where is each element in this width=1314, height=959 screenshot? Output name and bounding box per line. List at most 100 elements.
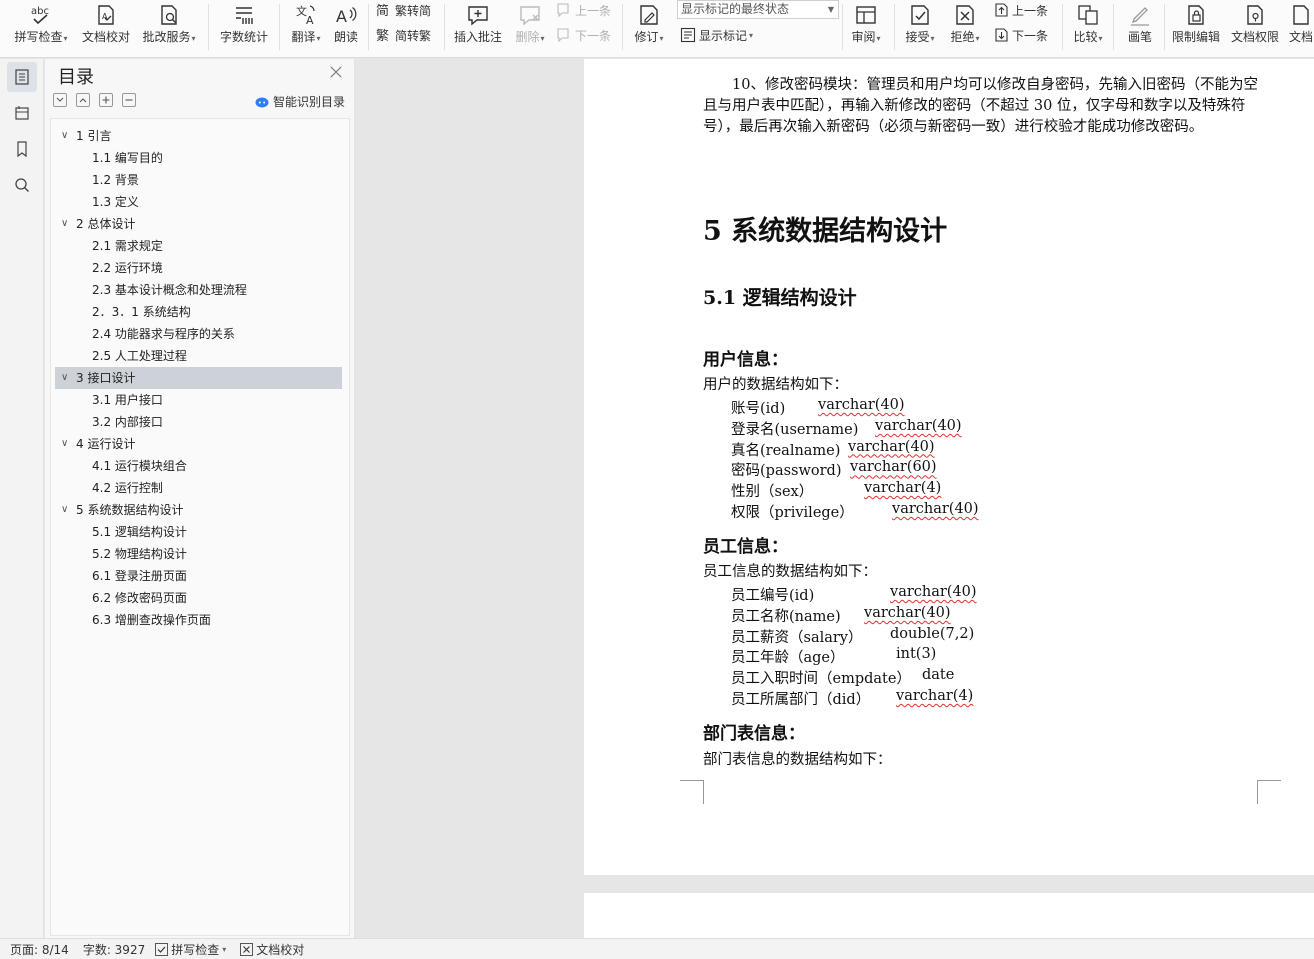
next-comment-button[interactable]: 下一条 xyxy=(556,25,611,45)
restrict-edit-button[interactable]: 限制编辑 xyxy=(1170,0,1222,52)
document-page[interactable]: 10、修改密码模块：管理员和用户均可以修改自身密码，先输入旧密码（不能为空且与用… xyxy=(584,59,1314,875)
toc-subheading-item[interactable]: 3.1 用户接口 xyxy=(55,389,342,411)
track-changes-button[interactable]: 修订▾ xyxy=(630,0,668,52)
translate-button[interactable]: 文A 翻译▾ xyxy=(286,0,326,52)
doc-permission-button[interactable]: 文档权限 xyxy=(1229,0,1281,52)
field-type-value: varchar(4) xyxy=(864,480,942,497)
ribbon-divider xyxy=(444,4,445,50)
show-markup-button[interactable]: 显示标记 ▾ xyxy=(680,25,753,45)
ribbon-divider xyxy=(894,4,895,50)
toc-panel-icon[interactable] xyxy=(7,62,37,92)
field-type: varchar(4) xyxy=(896,688,973,704)
chevron-down-icon[interactable]: ∨ xyxy=(61,367,73,389)
search-icon[interactable] xyxy=(7,170,37,200)
accept-button[interactable]: 接受▾ xyxy=(900,0,940,52)
toc-subheading-item[interactable]: 6.3 增删查改操作页面 xyxy=(55,609,342,631)
toc-subheading-item[interactable]: 6.1 登录注册页面 xyxy=(55,565,342,587)
simp-to-trad-button[interactable]: 繁 简转繁 xyxy=(376,25,431,45)
toc-heading-item[interactable]: ∨ 3 接口设计 xyxy=(55,367,342,389)
chevron-down-icon[interactable]: ∨ xyxy=(61,499,73,521)
review-pane-button[interactable]: 审阅▾ xyxy=(846,0,886,52)
insert-comment-button[interactable]: 插入批注 xyxy=(452,0,504,52)
toc-heading-item[interactable]: ∨ 2 总体设计 xyxy=(55,213,342,235)
prev-comment-icon xyxy=(557,3,569,18)
field-name: 员工年龄（age） xyxy=(731,650,845,667)
toc-item-label: 1 引言 xyxy=(76,129,112,143)
status-spell-check[interactable]: 拼写检查 ▾ xyxy=(155,941,226,958)
doc-proofread-button[interactable]: A 文档校对 xyxy=(80,0,132,52)
field-type-value: varchar(40) xyxy=(864,604,951,621)
word-count-indicator[interactable]: 字数: 3927 xyxy=(83,941,145,958)
doc-more-button[interactable]: 文档 xyxy=(1288,0,1314,52)
expand-all-icon[interactable] xyxy=(76,93,90,107)
bookmark-icon[interactable] xyxy=(7,134,37,164)
next-document-page[interactable] xyxy=(584,893,1314,938)
prev-comment-button[interactable]: 上一条 xyxy=(556,0,611,20)
markup-state-select[interactable]: 显示标记的最终状态 ▼ xyxy=(677,0,839,19)
next-change-label: 下一条 xyxy=(1012,28,1049,43)
toc-subheading-item[interactable]: 2.5 人工处理过程 xyxy=(55,345,342,367)
markup-state-value: 显示标记的最终状态 xyxy=(681,2,790,16)
field-type: varchar(40) xyxy=(818,397,905,413)
delete-comment-button[interactable]: 删除▾ xyxy=(510,0,550,52)
toc-subheading-item[interactable]: 1.1 编写目的 xyxy=(55,147,342,169)
revise-service-button[interactable]: 批改服务▾ xyxy=(139,0,199,52)
toc-list: ∨ 1 引言 1.1 编写目的 1.2 背景 1.3 定义 ∨ 2 总体设计 2.1 需求规定… xyxy=(50,118,350,936)
chevron-down-icon[interactable]: ∨ xyxy=(61,213,73,235)
next-change-button[interactable]: 下一条 xyxy=(993,25,1048,45)
compare-icon xyxy=(1073,2,1103,28)
toc-heading-item[interactable]: ∨ 4 运行设计 xyxy=(55,433,342,455)
toc-subheading-item[interactable]: 2.1 需求规定 xyxy=(55,235,342,257)
dept-info-heading: 部门表信息： xyxy=(703,724,805,744)
field-name: 员工入职时间（empdate） xyxy=(731,671,911,688)
remove-heading-icon[interactable] xyxy=(122,93,136,107)
status-doc-proofread[interactable]: 文档校对 xyxy=(240,941,304,958)
field-type-value: date xyxy=(922,667,955,684)
field-type-value: varchar(40) xyxy=(818,397,905,413)
toc-item-label: 3 接口设计 xyxy=(76,371,136,385)
chevron-down-icon[interactable]: ∨ xyxy=(61,433,73,455)
toc-subheading-item[interactable]: 2.4 功能器求与程序的关系 xyxy=(55,323,342,345)
toc-subheading-item[interactable]: 2．3．1 系统结构 xyxy=(55,301,342,323)
field-type-value: int(3) xyxy=(896,646,937,663)
toc-subheading-item[interactable]: 6.2 修改密码页面 xyxy=(55,587,342,609)
toc-subheading-item[interactable]: 5.2 物理结构设计 xyxy=(55,543,342,565)
toc-subheading-item[interactable]: 5.1 逻辑结构设计 xyxy=(55,521,342,543)
close-icon[interactable] xyxy=(329,65,343,79)
smart-toc-button[interactable]: 智能识别目录 xyxy=(255,93,345,110)
toc-item-label: 5 系统数据结构设计 xyxy=(76,503,184,517)
translate-label: 翻译 xyxy=(291,30,316,44)
toc-subheading-item[interactable]: 3.2 内部接口 xyxy=(55,411,342,433)
pen-icon xyxy=(1125,2,1155,28)
page-indicator[interactable]: 页面: 8/14 xyxy=(10,941,69,958)
ink-button[interactable]: 画笔 xyxy=(1122,0,1158,52)
user-info-intro: 用户的数据结构如下： xyxy=(703,377,848,393)
prev-change-label: 上一条 xyxy=(1012,3,1049,18)
nav-rail xyxy=(0,59,44,938)
toc-subheading-item[interactable]: 2.3 基本设计概念和处理流程 xyxy=(55,279,342,301)
field-type: varchar(40) xyxy=(892,501,979,517)
toc-heading-item[interactable]: ∨ 1 引言 xyxy=(55,125,342,147)
trad-to-simp-button[interactable]: 简 繁转简 xyxy=(376,0,431,20)
toc-subheading-item[interactable]: 4.2 运行控制 xyxy=(55,477,342,499)
toc-heading-item[interactable]: ∨ 5 系统数据结构设计 xyxy=(55,499,342,521)
compare-button[interactable]: 比较▾ xyxy=(1068,0,1108,52)
page-margin-corner xyxy=(680,780,704,804)
toc-subheading-item[interactable]: 1.3 定义 xyxy=(55,191,342,213)
prev-change-button[interactable]: 上一条 xyxy=(993,0,1048,20)
collapse-all-icon[interactable] xyxy=(53,93,67,107)
spell-check-button[interactable]: abc 拼写检查▾ xyxy=(10,0,72,52)
toc-subheading-item[interactable]: 2.2 运行环境 xyxy=(55,257,342,279)
toc-item-label: 3.1 用户接口 xyxy=(92,393,163,407)
word-count-button[interactable]: 字数统计 xyxy=(218,0,270,52)
ribbon-divider xyxy=(1164,4,1165,50)
chevron-down-icon[interactable]: ∨ xyxy=(61,125,73,147)
chapter-icon[interactable] xyxy=(7,98,37,128)
document-canvas[interactable]: 10、修改密码模块：管理员和用户均可以修改自身密码，先输入旧密码（不能为空且与用… xyxy=(356,59,1314,938)
toc-subheading-item[interactable]: 1.2 背景 xyxy=(55,169,342,191)
toc-subheading-item[interactable]: 4.1 运行模块组合 xyxy=(55,455,342,477)
add-heading-icon[interactable] xyxy=(99,93,113,107)
reject-label: 拒绝 xyxy=(950,30,975,44)
reject-button[interactable]: 拒绝▾ xyxy=(945,0,985,52)
read-aloud-button[interactable]: A 朗读 xyxy=(330,0,362,52)
